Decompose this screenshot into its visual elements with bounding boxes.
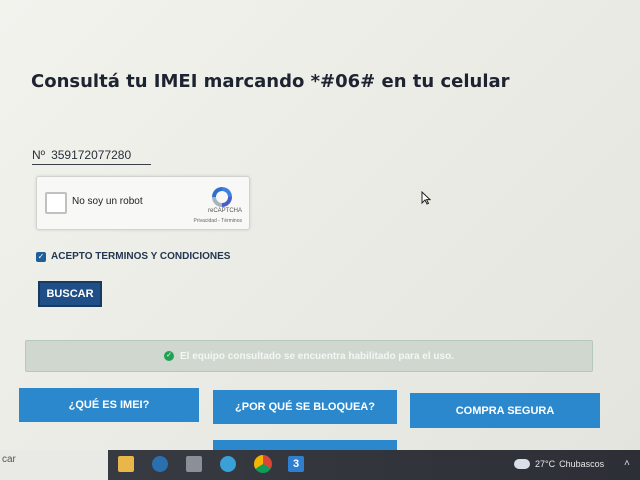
why-blocked-button[interactable]: ¿POR QUÉ SE BLOQUEA?: [213, 390, 397, 424]
taskbar-search[interactable]: car: [0, 450, 108, 480]
weather-widget[interactable]: 27°C Chubascos: [514, 459, 608, 469]
search-button[interactable]: BUSCAR: [38, 281, 102, 307]
chrome-icon[interactable]: [254, 455, 272, 473]
imei-input[interactable]: Nº 359172077280: [32, 146, 151, 165]
page-title: Consultá tu IMEI marcando *#06# en tu ce…: [31, 71, 510, 92]
partial-info-button[interactable]: [213, 440, 397, 450]
safe-purchase-button[interactable]: COMPRA SEGURA: [410, 393, 600, 428]
terms-label: ACEPTO TERMINOS Y CONDICIONES: [51, 251, 231, 262]
calculator-icon[interactable]: [186, 456, 202, 472]
check-circle-icon: ✓: [164, 351, 175, 361]
imei-value: 359172077280: [51, 148, 132, 162]
recaptcha-logo-icon: [212, 187, 232, 207]
imei-check-page: Consultá tu IMEI marcando *#06# en tu ce…: [0, 0, 640, 450]
status-alert: ✓ El equipo consultado se encuentra habi…: [25, 340, 593, 372]
mouse-cursor-icon: [421, 191, 431, 205]
css-editor-icon[interactable]: 3: [288, 456, 304, 472]
terms-checkbox-row[interactable]: ✓ ACEPTO TERMINOS Y CONDICIONES: [36, 251, 230, 262]
recaptcha-brand: reCAPTCHA: [207, 208, 242, 214]
imei-prefix: Nº: [32, 148, 46, 162]
taskbar-search-text: car: [2, 454, 16, 465]
weather-condition: Chubascos: [559, 459, 605, 469]
status-message: El equipo consultado se encuentra habili…: [180, 350, 454, 362]
recaptcha-checkbox[interactable]: [45, 192, 67, 214]
recaptcha-label: No soy un robot: [72, 196, 143, 207]
file-explorer-icon[interactable]: [118, 456, 134, 472]
recaptcha-links[interactable]: Privacidad - Términos: [193, 218, 242, 224]
terms-checkbox[interactable]: ✓: [36, 251, 46, 262]
clock-app-icon[interactable]: [152, 456, 168, 472]
recaptcha-widget: No soy un robot reCAPTCHA Privacidad - T…: [36, 176, 250, 230]
chevron-up-icon[interactable]: ˄: [624, 458, 630, 469]
network-app-icon[interactable]: [220, 456, 236, 472]
what-is-imei-button[interactable]: ¿QUÉ ES IMEI?: [19, 388, 199, 422]
cloud-rain-icon: [514, 459, 530, 469]
weather-temperature: 27°C: [535, 459, 556, 469]
